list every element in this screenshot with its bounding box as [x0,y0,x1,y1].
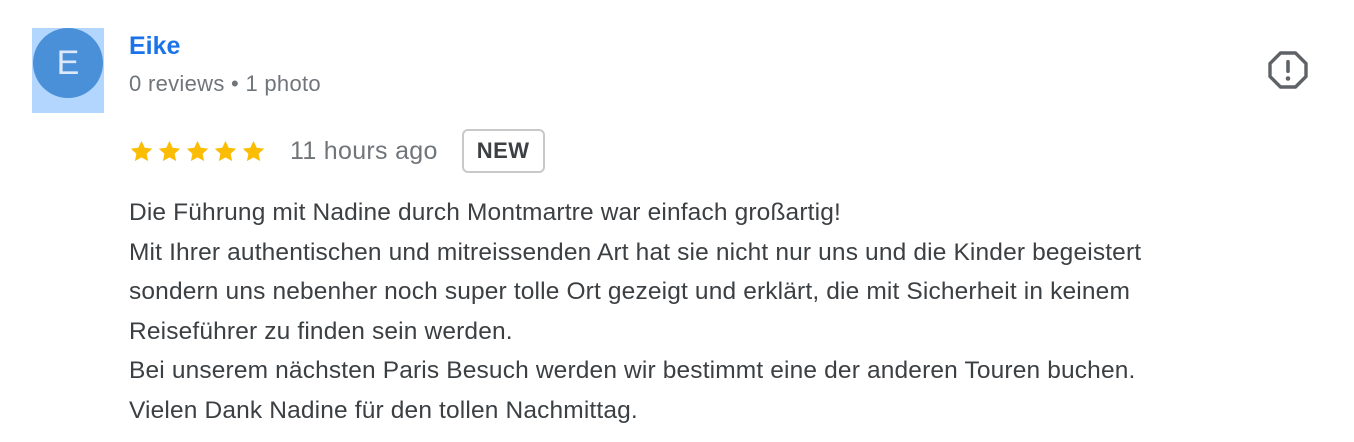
review-text-line: Reiseführer zu finden sein werden. [129,317,513,345]
review-card: E Eike 0 reviews • 1 photo 11 hours ago … [0,0,1354,442]
review-text: Die Führung mit Nadine durch Montmartre … [129,193,1339,430]
star-icon [158,140,181,161]
star-icon [130,140,153,161]
review-text-line: sondern uns nebenher noch super tolle Or… [129,278,1131,305]
report-button[interactable] [1266,48,1310,92]
avatar[interactable]: E [33,28,103,98]
author-name-link[interactable]: Eike [129,32,180,61]
new-badge: NEW [461,129,545,173]
review-text-line: Mit Ihrer authentischen und mitreissende… [129,238,1142,266]
author-meta: 0 reviews • 1 photo [129,71,321,96]
report-icon [1268,51,1308,89]
review-time: 11 hours ago [290,136,438,165]
star-rating [129,139,266,164]
review-text-line: Vielen Dank Nadine für den tollen Nachmi… [129,396,638,424]
review-text-line: Die Führung mit Nadine durch Montmartre … [129,199,841,226]
star-icon [242,140,265,161]
star-icon [186,140,209,161]
review-text-line: Bei unserem nächsten Paris Besuch werden… [129,357,1136,384]
rating-row: 11 hours ago NEW [129,127,545,175]
avatar-selection[interactable]: E [32,28,104,113]
star-icon [214,140,237,161]
